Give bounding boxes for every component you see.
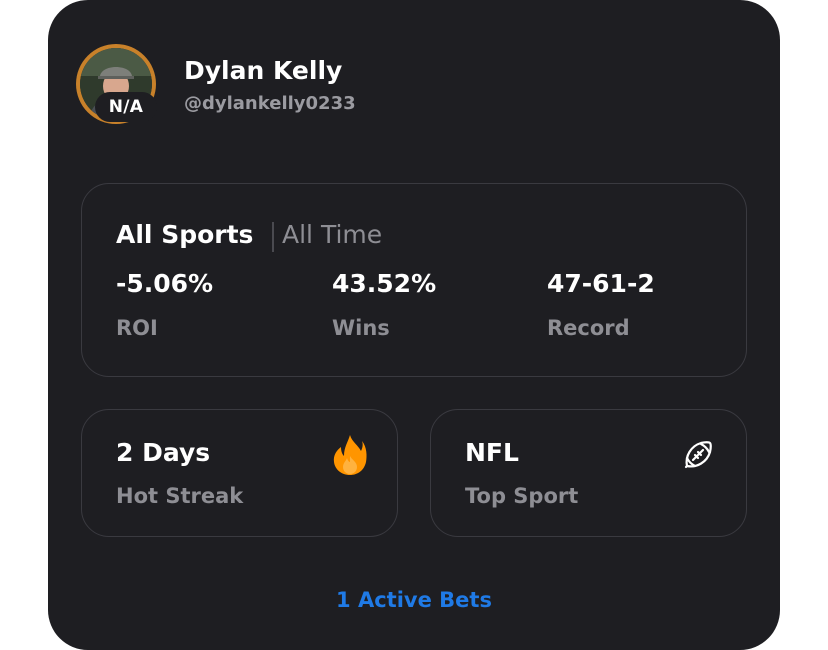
avatar-container[interactable]: N/A bbox=[76, 44, 157, 124]
fire-icon bbox=[332, 434, 368, 480]
streak-label: Hot Streak bbox=[116, 484, 244, 508]
user-name: Dylan Kelly bbox=[184, 56, 343, 85]
roi-value: -5.06% bbox=[116, 269, 214, 298]
wins-label: Wins bbox=[332, 316, 390, 340]
wins-value: 43.52% bbox=[332, 269, 437, 298]
record-value: 47-61-2 bbox=[547, 269, 655, 298]
active-bets-link[interactable]: 1 Active Bets bbox=[48, 588, 780, 612]
hot-streak-card[interactable]: 2 Days Hot Streak bbox=[81, 409, 398, 537]
profile-card: N/A Dylan Kelly @dylankelly0233 All Spor… bbox=[48, 0, 780, 650]
filter-divider bbox=[272, 222, 274, 252]
record-label: Record bbox=[547, 316, 630, 340]
top-sport-value: NFL bbox=[465, 438, 519, 467]
top-sport-label: Top Sport bbox=[465, 484, 579, 508]
streak-value: 2 Days bbox=[116, 438, 211, 467]
timeframe-filter[interactable]: All Time bbox=[282, 220, 382, 249]
sport-filter[interactable]: All Sports bbox=[116, 220, 253, 249]
top-sport-card[interactable]: NFL Top Sport bbox=[430, 409, 747, 537]
na-badge: N/A bbox=[95, 92, 157, 122]
user-handle: @dylankelly0233 bbox=[184, 93, 356, 114]
stats-panel: All Sports All Time -5.06% ROI 43.52% Wi… bbox=[81, 183, 747, 377]
roi-label: ROI bbox=[116, 316, 158, 340]
football-icon bbox=[683, 440, 713, 474]
